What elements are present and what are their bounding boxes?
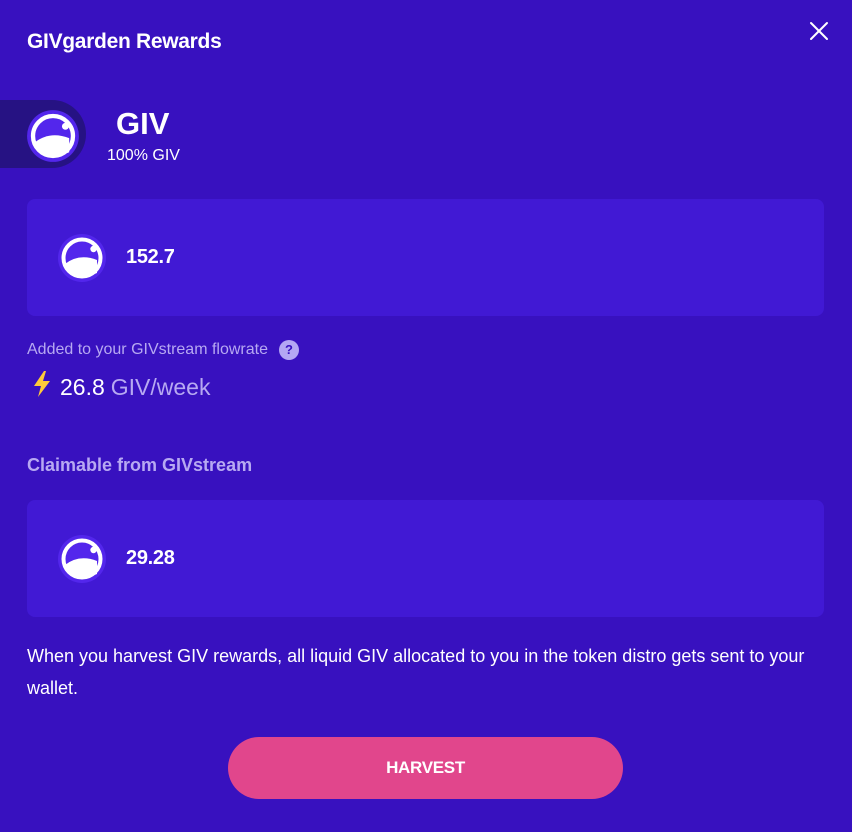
giv-token-icon <box>57 233 107 288</box>
flowrate-value-row: 26.8 GIV/week <box>32 370 210 404</box>
flowrate-label-row: Added to your GIVstream flowrate ? <box>27 340 299 360</box>
lightning-icon <box>32 370 52 404</box>
giv-token-icon <box>26 109 80 168</box>
token-name: GIV <box>116 106 170 141</box>
rewards-card: 152.7 <box>27 199 824 316</box>
rewards-amount: 152.7 <box>126 246 175 268</box>
claimable-card: 29.28 <box>27 500 824 617</box>
harvest-button[interactable]: HARVEST <box>228 737 623 799</box>
harvest-info-text: When you harvest GIV rewards, all liquid… <box>27 646 805 698</box>
token-share: 100% GIV <box>107 147 180 164</box>
claimable-amount: 29.28 <box>126 547 175 569</box>
modal-title: GIVgarden Rewards <box>27 30 222 53</box>
help-icon[interactable]: ? <box>279 340 299 360</box>
flowrate-unit: GIV/week <box>110 373 211 400</box>
flowrate-value: 26.8 <box>60 373 105 400</box>
token-badge <box>0 100 86 168</box>
claimable-label: Claimable from GIVstream <box>27 455 253 475</box>
giv-token-icon <box>57 534 107 589</box>
flowrate-label: Added to your GIVstream flowrate <box>27 341 268 358</box>
close-icon[interactable] <box>805 17 833 45</box>
